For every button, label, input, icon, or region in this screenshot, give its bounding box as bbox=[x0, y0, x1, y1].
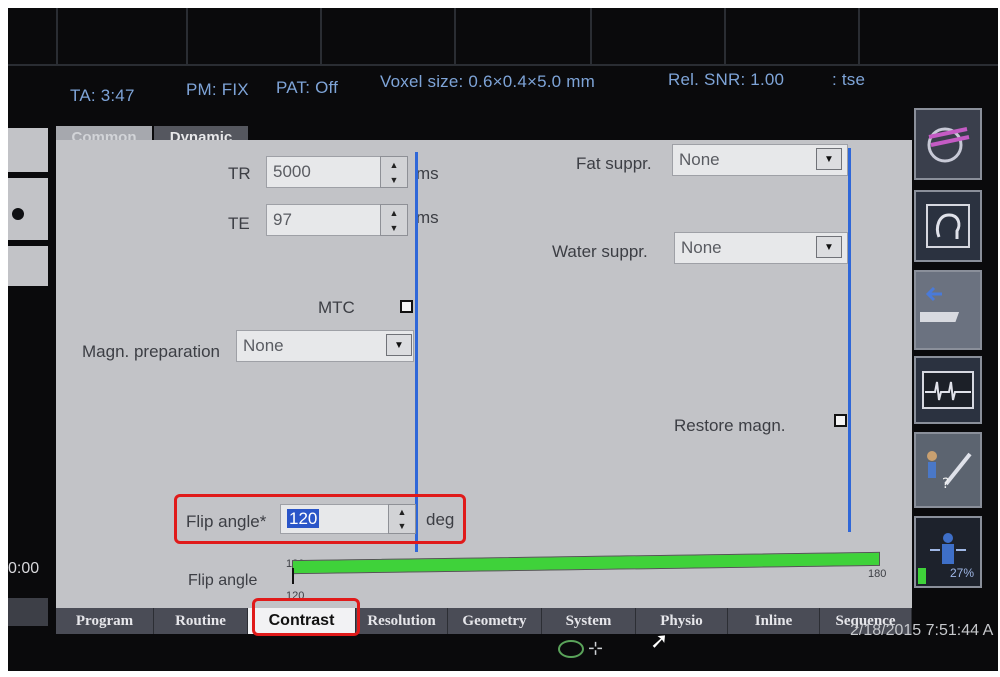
scanner-screen: TA: 3:47 PM: FIX PAT: Off Voxel size: 0.… bbox=[8, 8, 998, 671]
te-field[interactable]: 97 bbox=[266, 204, 382, 236]
restore-magn-checkbox[interactable] bbox=[834, 414, 847, 427]
tr-unit: ms bbox=[416, 164, 439, 183]
snr-readout: Rel. SNR: 1.00 bbox=[668, 70, 785, 89]
column-divider bbox=[415, 152, 418, 552]
spin-up-icon[interactable]: ▲ bbox=[381, 157, 407, 172]
tr-field[interactable]: 5000 bbox=[266, 156, 382, 188]
grid-divider bbox=[186, 8, 188, 66]
spin-up-icon[interactable]: ▲ bbox=[389, 505, 415, 519]
flip-bar-max-label: 180 bbox=[868, 568, 887, 580]
tr-stepper[interactable]: ▲ ▼ bbox=[380, 156, 408, 188]
water-suppr-label: Water suppr. bbox=[552, 242, 648, 261]
grid-divider bbox=[56, 8, 58, 66]
voxel-readout: Voxel size: 0.6×0.4×5.0 mm bbox=[380, 72, 595, 91]
tab-system[interactable]: System bbox=[542, 608, 636, 634]
head-localizer-button[interactable] bbox=[914, 108, 982, 180]
datetime-readout: 2/18/2015 7:51:44 A bbox=[850, 622, 994, 639]
spin-up-icon[interactable]: ▲ bbox=[381, 205, 407, 220]
sequence-readout: : tse bbox=[832, 70, 866, 89]
grid-divider bbox=[724, 8, 726, 66]
spin-down-icon[interactable]: ▼ bbox=[389, 519, 415, 533]
flip-angle-value: 120 bbox=[287, 509, 320, 528]
tr-label: TR bbox=[228, 164, 251, 183]
clock-icon bbox=[558, 640, 584, 658]
tab-routine[interactable]: Routine bbox=[154, 608, 248, 634]
meter-level bbox=[918, 568, 926, 584]
grid-divider bbox=[320, 8, 322, 66]
ta-readout: TA: 3:47 bbox=[70, 86, 135, 105]
pm-readout: PM: FIX bbox=[186, 80, 249, 99]
left-partial-panel bbox=[8, 128, 48, 172]
spin-down-icon[interactable]: ▼ bbox=[381, 172, 407, 187]
mtc-label: MTC bbox=[318, 298, 355, 317]
grid-divider bbox=[858, 8, 860, 66]
patient-meter-button[interactable]: 27% bbox=[914, 516, 982, 588]
physio-signal-button[interactable] bbox=[914, 356, 982, 424]
parameter-panel bbox=[56, 140, 912, 616]
tab-geometry[interactable]: Geometry bbox=[448, 608, 542, 634]
head-icon bbox=[12, 208, 24, 220]
te-label: TE bbox=[228, 214, 250, 233]
grid-divider bbox=[8, 64, 998, 66]
chevron-down-icon[interactable]: ▼ bbox=[816, 148, 842, 170]
highlight-box bbox=[252, 598, 360, 636]
fat-suppr-label: Fat suppr. bbox=[576, 154, 652, 173]
slider-marker bbox=[292, 568, 294, 584]
left-partial-panel bbox=[8, 598, 48, 626]
pat-readout: PAT: Off bbox=[276, 78, 339, 97]
left-time-readout: 0:00 bbox=[8, 560, 40, 577]
te-stepper[interactable]: ▲ ▼ bbox=[380, 204, 408, 236]
tab-inline[interactable]: Inline bbox=[728, 608, 820, 634]
table-position-button[interactable] bbox=[914, 270, 982, 350]
te-unit: ms bbox=[416, 208, 439, 227]
help-edit-button[interactable]: ? bbox=[914, 432, 982, 508]
mtc-checkbox[interactable] bbox=[400, 300, 413, 313]
head-view-button[interactable] bbox=[914, 190, 982, 262]
chevron-down-icon[interactable]: ▼ bbox=[816, 236, 842, 258]
flip-bar-label: Flip angle bbox=[188, 572, 258, 589]
flip-angle-unit: deg bbox=[426, 510, 455, 529]
cursor-icon: ➚ bbox=[650, 628, 669, 653]
flip-angle-label: Flip angle* bbox=[186, 512, 267, 531]
svg-text:?: ? bbox=[942, 476, 949, 492]
restore-magn-label: Restore magn. bbox=[674, 416, 786, 435]
flip-angle-field[interactable]: 120 bbox=[280, 504, 390, 534]
flip-angle-stepper[interactable]: ▲ ▼ bbox=[388, 504, 416, 534]
chevron-down-icon[interactable]: ▼ bbox=[386, 334, 412, 356]
magn-prep-label: Magn. preparation bbox=[82, 342, 220, 361]
column-divider bbox=[848, 148, 851, 532]
tab-program[interactable]: Program bbox=[56, 608, 154, 634]
waveform-icon: ⊹ bbox=[588, 638, 604, 658]
grid-divider bbox=[590, 8, 592, 66]
spin-down-icon[interactable]: ▼ bbox=[381, 220, 407, 235]
left-partial-panel bbox=[8, 246, 48, 286]
meter-value: 27% bbox=[949, 566, 974, 580]
grid-divider bbox=[454, 8, 456, 66]
tab-resolution[interactable]: Resolution bbox=[356, 608, 448, 634]
